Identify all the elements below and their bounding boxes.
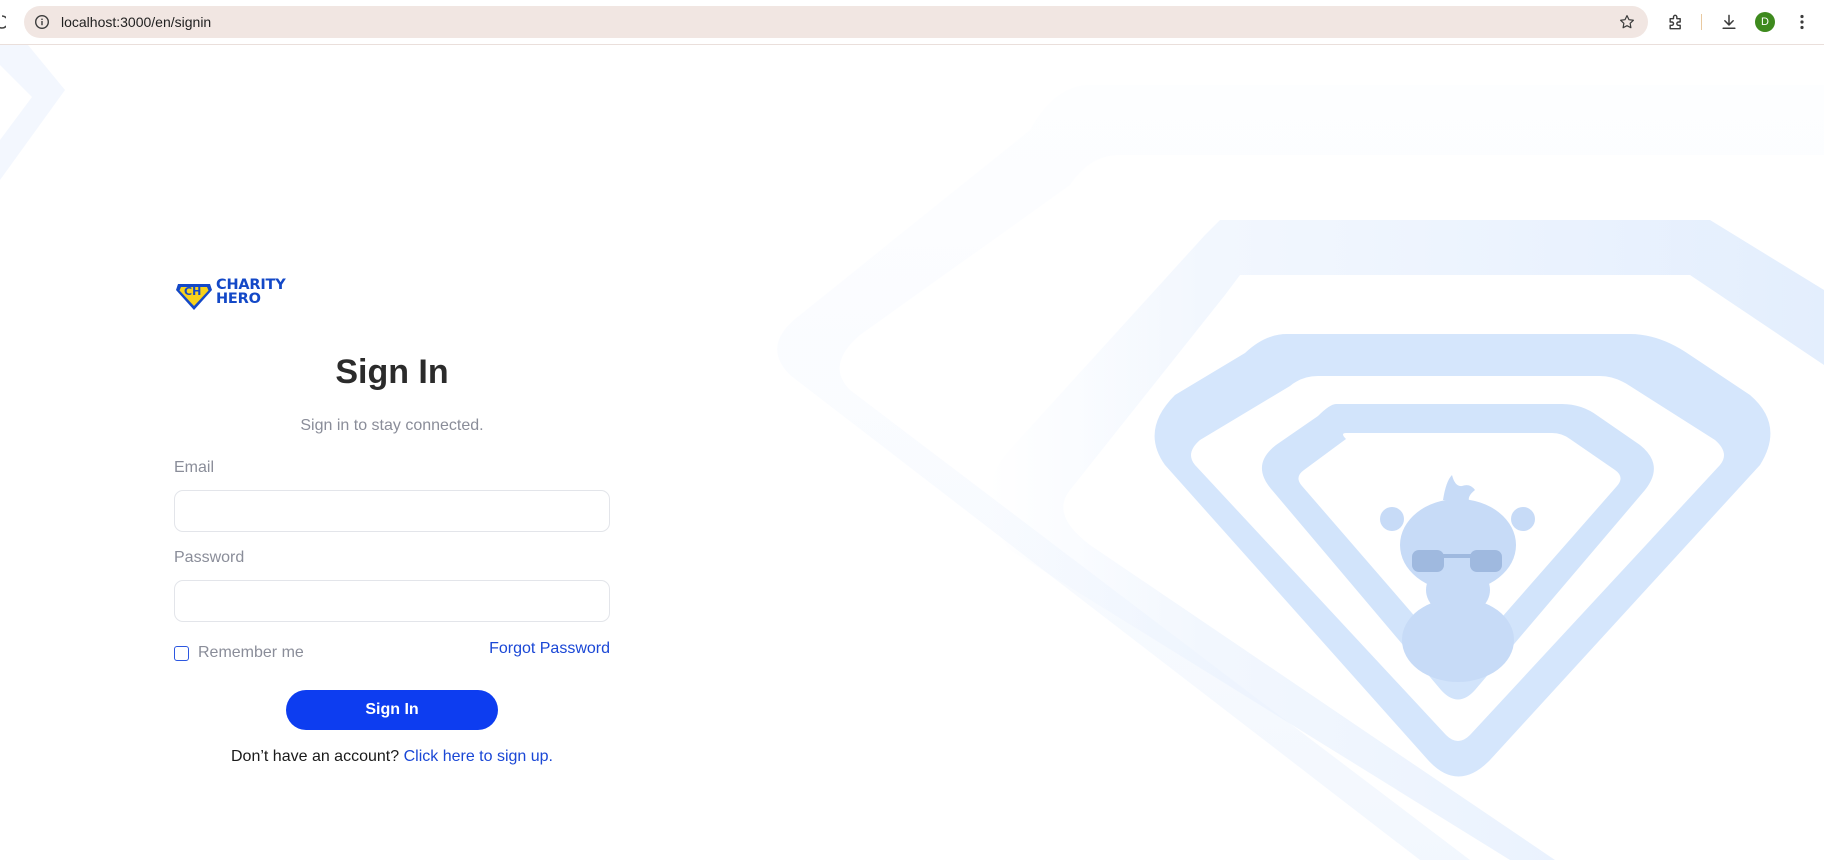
logo-badge-letters: CH	[184, 285, 202, 298]
avatar[interactable]: D	[1755, 12, 1775, 32]
password-field[interactable]	[174, 580, 610, 622]
star-icon[interactable]	[1618, 13, 1636, 31]
page-subtitle: Sign in to stay connected.	[300, 417, 484, 434]
page-title: Sign In	[335, 353, 449, 391]
download-icon[interactable]	[1719, 12, 1739, 32]
toolbar-divider	[1701, 14, 1702, 30]
forgot-password-link[interactable]: Forgot Password	[400, 640, 610, 658]
logo-line-2: HERO	[216, 291, 261, 307]
email-label: Email	[174, 459, 215, 476]
charity-hero-logo[interactable]: CH CHARITY HERO	[174, 276, 298, 316]
signup-prompt: Don’t have an account? Click here to sig…	[174, 748, 610, 766]
signin-page: CH CHARITY HERO Sign In Sign in to stay …	[0, 45, 1824, 860]
sign-in-button[interactable]: Sign In	[286, 690, 498, 730]
logo-wordmark: CHARITY HERO	[216, 277, 286, 307]
url-text[interactable]: localhost:3000/en/signin	[61, 14, 211, 30]
address-bar[interactable]: localhost:3000/en/signin	[24, 6, 1648, 38]
remember-me-label[interactable]: Remember me	[198, 644, 304, 662]
password-label: Password	[174, 549, 245, 566]
email-field[interactable]	[174, 490, 610, 532]
remember-me-checkbox[interactable]	[174, 645, 189, 661]
info-icon[interactable]	[34, 14, 50, 30]
logo-line-1: CHARITY	[216, 277, 286, 293]
reload-icon[interactable]	[0, 14, 6, 30]
signup-link[interactable]: Click here to sign up.	[404, 748, 553, 765]
diamond-mascot-illustration	[0, 45, 1824, 860]
kebab-menu-icon[interactable]	[1792, 12, 1812, 32]
remember-me[interactable]: Remember me	[174, 643, 304, 663]
signup-prompt-text: Don’t have an account?	[231, 748, 400, 765]
puzzle-icon[interactable]	[1666, 12, 1686, 32]
browser-toolbar: localhost:3000/en/signin D	[0, 0, 1824, 45]
